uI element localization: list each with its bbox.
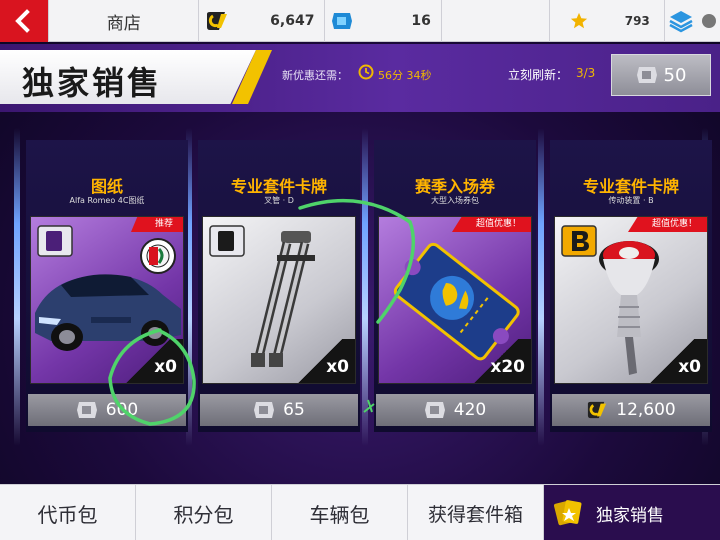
card-image: 超值优惠！ x20 (378, 216, 532, 384)
tab-kit-boxes[interactable]: 获得套件箱 (408, 485, 544, 540)
token-icon (254, 402, 275, 418)
buy-button[interactable]: 12,600 (552, 394, 710, 426)
item-quantity: x20 (490, 357, 525, 377)
card-subtitle: 叉管 · D (264, 196, 294, 205)
price-value: 600 (105, 400, 139, 420)
offer-card-season-pass[interactable]: 赛季入场券 大型入场券包 超值优惠！ x20 420 (374, 140, 536, 432)
offer-card-pro-kit-gearbox[interactable]: 专业套件卡牌 传动装置 · B 超值优惠！ x0 12,600 (550, 140, 712, 432)
stars-display[interactable]: 793 (550, 0, 665, 42)
tab-credit-packs[interactable]: 积分包 (136, 485, 272, 540)
timer-icon (358, 64, 374, 80)
price-value: 420 (453, 400, 487, 420)
cards-stack-icon (554, 500, 582, 526)
buy-button[interactable]: 65 (200, 394, 358, 426)
shop-label: 商店 (49, 0, 200, 42)
refresh-button[interactable]: 50 (611, 54, 711, 96)
card-subtitle: 传动装置 · B (608, 196, 654, 205)
card-title: 图纸 (90, 177, 123, 196)
topbar-spacer (442, 0, 551, 42)
token-icon (332, 13, 353, 29)
credits-value: 6,647 (270, 13, 315, 29)
card-title: 专业套件卡牌 (230, 177, 327, 196)
token-icon (636, 67, 657, 83)
tab-exclusive-sale[interactable]: 独家销售 (544, 485, 720, 540)
page-title: 独家销售 (22, 64, 163, 102)
offer-card-blueprint[interactable]: 图纸 Alfa Romeo 4C图纸 推荐 x0 600 (26, 140, 188, 432)
token-icon (424, 402, 445, 418)
bottom-nav: 代币包 积分包 车辆包 获得套件箱 独家销售 (0, 484, 720, 540)
refresh-label: 立刻刷新： (508, 68, 569, 82)
top-bar: 商店 6,647 16 793 (0, 0, 720, 42)
price-value: 65 (283, 400, 305, 420)
neon-divider (538, 128, 544, 446)
star-icon (571, 12, 588, 29)
refresh-cost: 50 (663, 64, 687, 86)
card-image: 推荐 x0 (30, 216, 184, 384)
tokens-display[interactable]: 16 (325, 0, 442, 42)
item-quantity: x0 (326, 357, 349, 377)
tokens-value: 16 (411, 13, 431, 29)
back-arrow-icon (15, 9, 30, 33)
neon-divider (362, 128, 368, 446)
credits-display[interactable]: 6,647 (199, 0, 326, 42)
back-button[interactable] (0, 0, 50, 42)
neon-divider (14, 128, 20, 446)
buy-button[interactable]: 600 (28, 394, 186, 426)
refresh-count: 3/3 (576, 66, 596, 80)
sale-header: 独家销售 新优惠还需： 56分 34秒 立刻刷新： 3/3 50 (0, 44, 720, 112)
credit-icon (207, 12, 228, 30)
countdown-timer: 56分 34秒 (378, 69, 432, 82)
tab-token-packs[interactable]: 代币包 (0, 485, 136, 540)
buy-button[interactable]: 420 (376, 394, 534, 426)
offer-card-pro-kit-fork[interactable]: 专业套件卡牌 叉管 · D x0 65 (198, 140, 360, 432)
item-quantity: x0 (154, 357, 177, 377)
tab-car-packs[interactable]: 车辆包 (272, 485, 408, 540)
card-title: 专业套件卡牌 (582, 177, 679, 196)
layers-menu[interactable] (665, 0, 720, 42)
stars-value: 793 (624, 14, 650, 28)
token-icon (76, 402, 97, 418)
tab-exclusive-sale-label: 独家销售 (596, 505, 664, 526)
new-offer-label: 新优惠还需： (282, 69, 348, 82)
credit-icon (588, 401, 607, 419)
item-quantity: x0 (678, 357, 701, 377)
card-subtitle: Alfa Romeo 4C图纸 (69, 196, 145, 205)
layers-icon (669, 11, 693, 33)
price-value: 12,600 (616, 400, 676, 420)
status-dot (702, 14, 717, 28)
card-subtitle: 大型入场券包 (431, 196, 479, 205)
card-title: 赛季入场券 (414, 177, 495, 196)
card-image: x0 (202, 216, 356, 384)
card-image: 超值优惠！ x0 (554, 216, 708, 384)
